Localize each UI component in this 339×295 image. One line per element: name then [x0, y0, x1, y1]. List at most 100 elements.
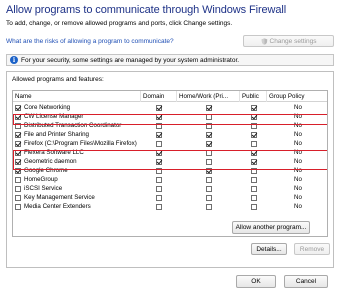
table-row[interactable]: HomeGroup No [13, 175, 327, 184]
column-header-home-work[interactable]: Home/Work (Pri... [177, 91, 240, 102]
domain-checkbox[interactable] [156, 203, 162, 210]
program-enabled-checkbox[interactable] [15, 194, 21, 201]
public-checkbox[interactable] [250, 176, 257, 183]
program-name: HomeGroup [24, 176, 58, 183]
table-row[interactable]: Media Center Extenders No [13, 202, 327, 211]
change-settings-button[interactable]: Change settings [243, 35, 334, 47]
group-policy-cell: No [294, 104, 302, 111]
public-checkbox[interactable] [250, 185, 257, 192]
program-enabled-checkbox[interactable] [15, 131, 21, 138]
highlight-cw-license [13, 114, 327, 125]
program-name: Core Networking [24, 104, 71, 111]
program-name: Firefox (C:\Program Files\Mozilla Firefo… [24, 140, 137, 147]
table-row[interactable]: iSCSI Service No [13, 184, 327, 193]
domain-cell [141, 139, 177, 148]
highlight-flexera-geometric [13, 150, 327, 170]
public-cell [240, 202, 267, 211]
program-name-cell: Core Networking [15, 103, 137, 112]
risks-link[interactable]: What are the risks of allowing a program… [6, 38, 174, 45]
table-row[interactable]: Key Management Service No [13, 193, 327, 202]
table-header: Name Domain Home/Work (Pri... Public Gro… [13, 91, 327, 102]
home-cell [177, 184, 240, 193]
public-checkbox[interactable] [250, 104, 257, 111]
home-checkbox[interactable] [205, 194, 212, 201]
program-enabled-checkbox[interactable] [15, 140, 21, 147]
public-checkbox[interactable] [250, 131, 257, 138]
cancel-button[interactable]: Cancel [284, 275, 328, 288]
domain-cell [141, 193, 177, 202]
home-checkbox[interactable] [205, 140, 212, 147]
column-header-name[interactable]: Name [13, 91, 141, 102]
program-name-cell: File and Printer Sharing [15, 130, 137, 139]
public-checkbox[interactable] [250, 203, 257, 210]
domain-cell [141, 202, 177, 211]
program-enabled-checkbox[interactable] [15, 176, 21, 183]
program-name-cell: Key Management Service [15, 193, 137, 202]
domain-checkbox[interactable] [156, 140, 162, 147]
home-checkbox[interactable] [205, 104, 212, 111]
public-cell [240, 103, 267, 112]
program-name-cell: HomeGroup [15, 175, 137, 184]
column-header-public[interactable]: Public [240, 91, 267, 102]
column-header-group-policy[interactable]: Group Policy [267, 91, 327, 102]
program-enabled-checkbox[interactable] [15, 203, 21, 210]
home-checkbox[interactable] [205, 185, 212, 192]
public-cell [240, 184, 267, 193]
program-name: Key Management Service [24, 194, 95, 201]
program-name: iSCSI Service [24, 185, 63, 192]
home-cell [177, 103, 240, 112]
domain-checkbox[interactable] [156, 194, 162, 201]
home-cell [177, 139, 240, 148]
shield-icon [261, 37, 267, 45]
home-cell [177, 202, 240, 211]
info-icon: i [10, 56, 18, 64]
admin-info-bar: i For your security, some settings are m… [6, 54, 334, 66]
allow-another-program-button[interactable]: Allow another program... [232, 221, 310, 234]
public-checkbox[interactable] [250, 194, 257, 201]
change-settings-label: Change settings [269, 37, 317, 45]
program-enabled-checkbox[interactable] [15, 104, 21, 111]
program-name: File and Printer Sharing [24, 131, 90, 138]
public-checkbox[interactable] [250, 140, 257, 147]
domain-cell [141, 130, 177, 139]
home-cell [177, 175, 240, 184]
details-button[interactable]: Details... [251, 243, 287, 255]
page-title: Allow programs to communicate through Wi… [6, 4, 287, 16]
column-header-domain[interactable]: Domain [141, 91, 177, 102]
table-row[interactable]: File and Printer Sharing No [13, 130, 327, 139]
group-policy-cell: No [294, 176, 302, 183]
ok-button[interactable]: OK [236, 275, 276, 288]
remove-button[interactable]: Remove [294, 243, 330, 255]
program-enabled-checkbox[interactable] [15, 185, 21, 192]
allowed-programs-label: Allowed programs and features: [12, 76, 104, 83]
table-row[interactable]: Firefox (C:\Program Files\Mozilla Firefo… [13, 139, 327, 148]
admin-info-text: For your security, some settings are man… [21, 56, 240, 64]
program-name-cell: Firefox (C:\Program Files\Mozilla Firefo… [15, 139, 137, 148]
home-checkbox[interactable] [205, 131, 212, 138]
public-cell [240, 139, 267, 148]
home-checkbox[interactable] [205, 203, 212, 210]
domain-checkbox[interactable] [156, 131, 162, 138]
domain-cell [141, 184, 177, 193]
group-policy-cell: No [294, 194, 302, 201]
home-cell [177, 130, 240, 139]
public-cell [240, 193, 267, 202]
domain-checkbox[interactable] [156, 104, 162, 111]
group-policy-cell: No [294, 140, 302, 147]
public-cell [240, 175, 267, 184]
group-policy-cell: No [294, 131, 302, 138]
program-name-cell: iSCSI Service [15, 184, 137, 193]
allowed-programs-group: Allowed programs and features: Name Doma… [6, 71, 334, 268]
group-policy-cell: No [294, 203, 302, 210]
group-policy-cell: No [294, 185, 302, 192]
home-checkbox[interactable] [205, 176, 212, 183]
program-name-cell: Media Center Extenders [15, 202, 137, 211]
programs-table: Name Domain Home/Work (Pri... Public Gro… [12, 90, 328, 237]
home-cell [177, 193, 240, 202]
page-subtitle: To add, change, or remove allowed progra… [6, 20, 233, 27]
program-name: Media Center Extenders [24, 203, 91, 210]
domain-checkbox[interactable] [156, 176, 162, 183]
table-row[interactable]: Core Networking No [13, 103, 327, 112]
domain-cell [141, 175, 177, 184]
domain-checkbox[interactable] [156, 185, 162, 192]
